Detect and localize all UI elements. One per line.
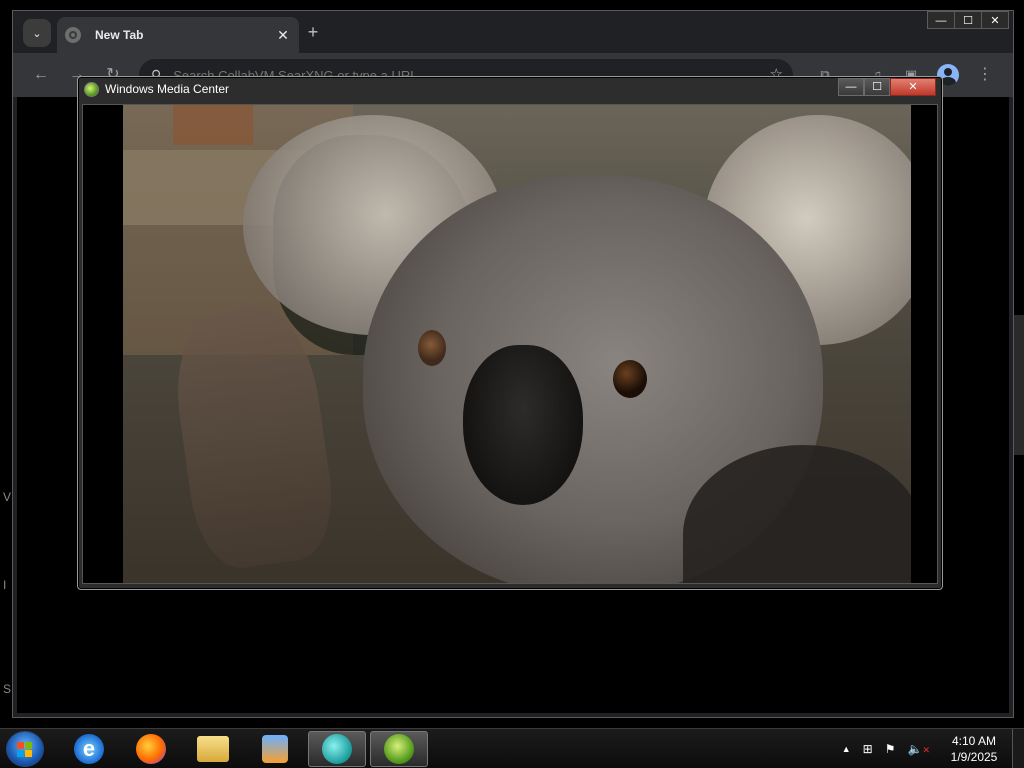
desktop-fragment: S — [3, 682, 12, 696]
new-tab-button[interactable]: + — [303, 23, 323, 43]
media-center-controls: — ☐ ✕ — [838, 78, 936, 96]
action-center-flag-icon[interactable]: ⚑ — [885, 742, 896, 756]
media-center-icon — [384, 734, 414, 764]
start-button[interactable] — [6, 731, 44, 767]
windows-logo-icon — [17, 742, 33, 758]
internet-explorer-icon: e — [74, 734, 104, 764]
show-desktop-button[interactable] — [1012, 729, 1024, 768]
media-center-minimize-button[interactable]: — — [838, 78, 864, 96]
koala-nose-shape — [463, 345, 583, 505]
chevron-down-icon: ⌄ — [32, 27, 42, 40]
clock-date: 1/9/2025 — [950, 750, 998, 764]
tab-strip: ⌄ New Tab ✕ + — ☐ ✕ — [13, 11, 1013, 53]
taskbar-clock[interactable]: 4:10 AM 1/9/2025 — [944, 733, 1004, 765]
koala-photo — [123, 105, 911, 583]
media-center-title: Windows Media Center — [105, 82, 230, 96]
media-center-maximize-button[interactable]: ☐ — [864, 78, 890, 96]
file-explorer-icon — [197, 736, 229, 762]
taskbar-media-player[interactable] — [246, 731, 304, 767]
desktop-fragment: V — [3, 490, 12, 504]
tab-title: New Tab — [95, 28, 144, 42]
media-center-window: Windows Media Center — ☐ ✕ — [77, 76, 943, 590]
media-center-titlebar[interactable]: Windows Media Center — ☐ ✕ — [78, 77, 942, 101]
tab-close-button[interactable]: ✕ — [275, 27, 291, 44]
taskbar-file-explorer[interactable] — [184, 731, 242, 767]
tab-new-tab[interactable]: New Tab ✕ — [57, 17, 299, 53]
taskbar: e ▲ ⊞ ⚑ 🔈✕ 4:10 AM 1/9/2025 — [0, 728, 1024, 768]
media-center-logo-icon — [84, 81, 99, 97]
system-tray: ▲ ⊞ ⚑ 🔈✕ 4:10 AM 1/9/2025 — [836, 729, 1024, 768]
volume-muted-icon[interactable]: 🔈✕ — [908, 742, 931, 756]
taskbar-virtualbox[interactable] — [308, 731, 366, 767]
browser-close-button[interactable]: ✕ — [981, 11, 1009, 29]
media-player-icon — [262, 735, 288, 763]
virtualbox-icon — [322, 734, 352, 764]
browser-minimize-button[interactable]: — — [927, 11, 955, 29]
koala-left-eye-shape — [418, 330, 446, 366]
globe-icon — [65, 27, 81, 43]
back-button[interactable]: ← — [29, 63, 53, 87]
menu-icon[interactable]: ⋮ — [973, 63, 997, 87]
taskbar-media-center[interactable] — [370, 731, 428, 767]
network-icon[interactable]: ⊞ — [863, 742, 873, 756]
firefox-icon — [136, 734, 166, 764]
tray-overflow-arrow[interactable]: ▲ — [842, 744, 851, 754]
tab-search-button[interactable]: ⌄ — [23, 19, 51, 47]
desktop-fragment: I — [3, 578, 7, 592]
browser-window-controls: — ☐ ✕ — [927, 11, 1009, 29]
taskbar-firefox[interactable] — [122, 731, 180, 767]
clock-time: 4:10 AM — [951, 734, 997, 748]
browser-maximize-button[interactable]: ☐ — [954, 11, 982, 29]
media-center-viewport[interactable] — [82, 104, 938, 584]
taskbar-internet-explorer[interactable]: e — [60, 731, 118, 767]
media-center-close-button[interactable]: ✕ — [890, 78, 936, 96]
koala-right-eye-shape — [613, 360, 647, 398]
